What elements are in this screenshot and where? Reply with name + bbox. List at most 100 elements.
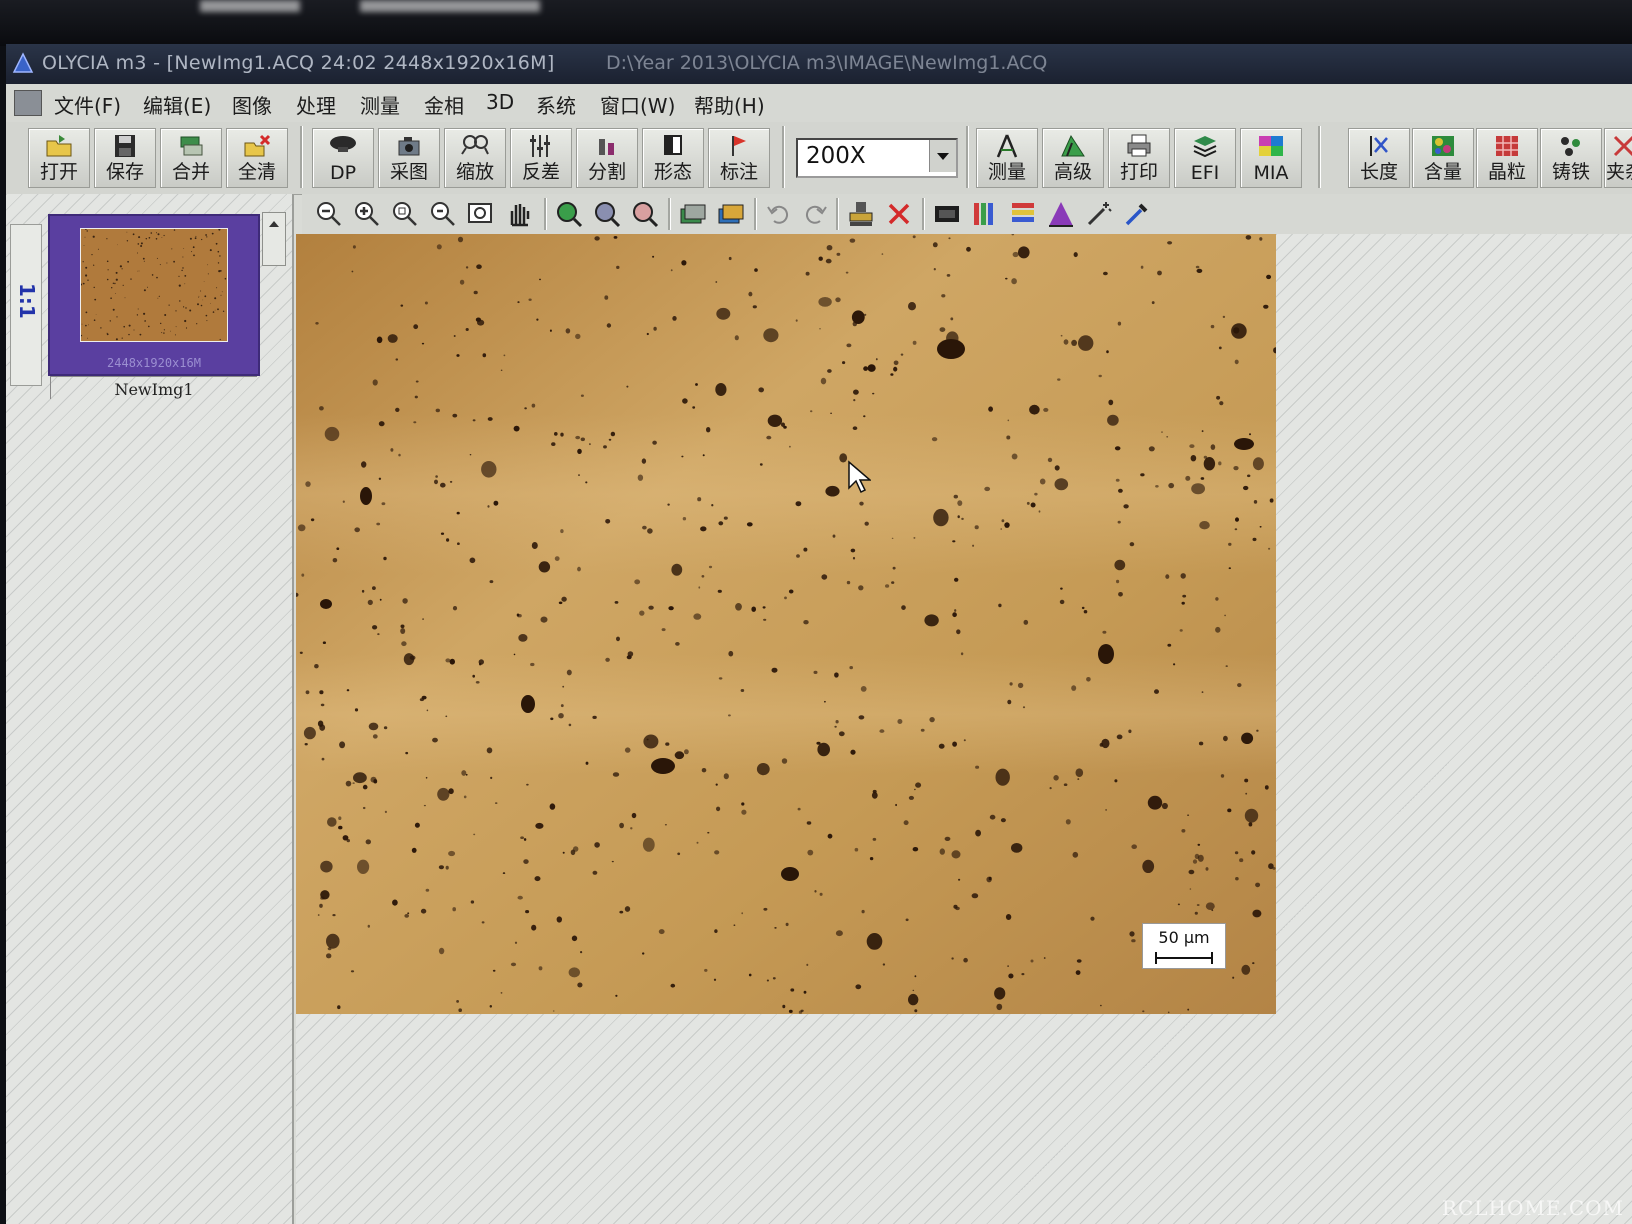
morphology-button[interactable]: 形态 (642, 128, 704, 188)
pipette-icon (1125, 203, 1148, 226)
cast-iron-icon (1561, 137, 1580, 156)
inclusion-button[interactable]: 夹杂 (1604, 128, 1632, 188)
toolbar-separator (836, 198, 839, 230)
window-file-path: D:\Year 2013\OLYCIA m3\IMAGE\NewImg1.ACQ (606, 52, 1048, 74)
print-button[interactable]: 打印 (1108, 128, 1170, 188)
save-button[interactable]: 保存 (94, 128, 156, 188)
advanced-button[interactable]: 高级 (1042, 128, 1104, 188)
color-bars-button[interactable] (970, 199, 1000, 229)
dp-camera-button[interactable]: DP (312, 128, 374, 188)
film-button[interactable] (932, 199, 962, 229)
image-thumbnail[interactable]: 2448x1920x16M (48, 214, 260, 376)
redo-button[interactable] (800, 199, 830, 229)
toolbar-separator (754, 198, 757, 230)
zoom-reset-button[interactable] (630, 199, 660, 229)
stack-color-button[interactable] (716, 199, 746, 229)
save-button-label: 保存 (105, 161, 144, 183)
zoom-actual-button[interactable] (428, 199, 458, 229)
zoom-out-button[interactable] (314, 199, 344, 229)
capture-button-label: 采图 (389, 161, 428, 183)
zoom-button[interactable]: 缩放 (444, 128, 506, 188)
efi-button[interactable]: EFI (1174, 128, 1236, 188)
menu-file[interactable]: 文件(F) (54, 90, 121, 119)
segment-button[interactable]: 分割 (576, 128, 638, 188)
capture-button[interactable]: 采图 (378, 128, 440, 188)
magic-wand-button[interactable] (1084, 199, 1114, 229)
stack-button[interactable] (678, 199, 708, 229)
menu-metallography[interactable]: 金相 (424, 90, 464, 119)
length-icon (1370, 136, 1388, 156)
micrograph-image[interactable]: 50 μm (296, 234, 1276, 1014)
color-bars-alt-icon (1012, 203, 1034, 222)
image-workspace: 50 μm (296, 234, 1632, 1224)
zoom-reset-icon (633, 202, 659, 228)
chevron-down-icon[interactable] (929, 140, 956, 172)
zoom-in-button[interactable] (352, 199, 382, 229)
thumbnail-image (80, 228, 228, 342)
menu-measure[interactable]: 测量 (360, 90, 400, 119)
thumbnail-name: NewImg1 (50, 376, 257, 399)
menu-3d[interactable]: 3D (486, 90, 514, 114)
color-bars-alt-button[interactable] (1008, 199, 1038, 229)
document-menu-icon[interactable] (14, 90, 42, 116)
menu-edit[interactable]: 编辑(E) (143, 90, 211, 119)
menu-window[interactable]: 窗口(W) (600, 90, 675, 119)
length-button[interactable]: 长度 (1348, 128, 1410, 188)
zoom-region-button[interactable] (554, 199, 584, 229)
folder-clear-icon (244, 134, 271, 157)
histogram-button[interactable] (1046, 199, 1076, 229)
magic-wand-icon (1087, 202, 1112, 226)
mia-button[interactable]: MIA (1240, 128, 1302, 188)
menu-process[interactable]: 处理 (296, 90, 336, 119)
delete-button[interactable] (884, 199, 914, 229)
open-button[interactable]: 打开 (28, 128, 90, 188)
zoom-ratio-tab[interactable]: 1:1 (10, 224, 42, 386)
stamp-button[interactable] (846, 199, 876, 229)
efi-button-label: EFI (1190, 162, 1220, 184)
segment-button-label: 分割 (587, 161, 626, 183)
inclusion-icon (1613, 135, 1632, 157)
screen-glare (360, 0, 540, 12)
merge-button[interactable]: 合并 (160, 128, 222, 188)
contrast-button[interactable]: 反差 (510, 128, 572, 188)
mouse-cursor-icon (848, 460, 871, 494)
zoom-fit-button[interactable] (390, 199, 420, 229)
view-toolbar (302, 194, 1632, 235)
toolbar-separator (966, 126, 969, 188)
mia-button-label: MIA (1253, 162, 1289, 184)
stack-merge-icon (180, 136, 203, 156)
clear-all-button[interactable]: 全清 (226, 128, 288, 188)
floppy-disk-icon (115, 135, 135, 157)
content-button[interactable]: 含量 (1412, 128, 1474, 188)
morphology-button-label: 形态 (653, 161, 692, 183)
grain-button[interactable]: 晶粒 (1476, 128, 1538, 188)
folder-open-icon (46, 135, 72, 157)
monitor-bezel (0, 0, 1632, 46)
app-logo-icon (12, 52, 34, 73)
flag-annotate-icon (732, 136, 746, 156)
menu-system[interactable]: 系统 (536, 90, 576, 119)
zoom-ratio-label: 1:1 (15, 283, 39, 319)
menu-image[interactable]: 图像 (232, 90, 272, 119)
zoom-out-icon (317, 202, 341, 226)
zoom-button-label: 缩放 (455, 161, 494, 183)
annotate-button[interactable]: 标注 (708, 128, 770, 188)
advanced-button-label: 高级 (1053, 161, 1092, 183)
inclusion-button-label: 夹杂 (1605, 161, 1632, 183)
capture-icon (398, 137, 420, 156)
pipette-button[interactable] (1122, 199, 1152, 229)
thumbnail-scrollbar[interactable] (262, 212, 286, 266)
magnification-select[interactable]: 200X (796, 138, 958, 178)
measure-button[interactable]: 测量 (976, 128, 1038, 188)
efi-layers-icon (1193, 136, 1217, 158)
zoom-select-button[interactable] (592, 199, 622, 229)
content-icon (1432, 136, 1454, 156)
histogram-icon (1049, 202, 1073, 227)
toolbar-separator (544, 198, 547, 230)
zoom-window-button[interactable] (466, 199, 496, 229)
pan-button[interactable] (504, 199, 534, 229)
cast-iron-button[interactable]: 铸铁 (1540, 128, 1602, 188)
undo-button[interactable] (764, 199, 794, 229)
film-icon (935, 206, 959, 222)
menu-help[interactable]: 帮助(H) (694, 90, 765, 119)
